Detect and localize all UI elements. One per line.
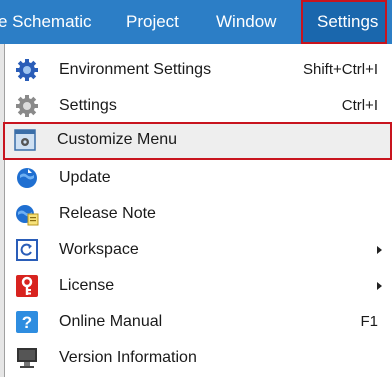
license-key-icon [15,274,39,298]
gear-gray-icon [15,94,39,118]
menu-schematic[interactable]: e Schematic [0,0,92,44]
submenu-arrow-icon [377,282,382,290]
menu-item-label: Online Manual [59,313,163,330]
menu-item-label: Settings [59,97,117,114]
submenu-arrow-icon [377,246,382,254]
menu-item-online-manual[interactable]: ? Online Manual F1 [5,304,392,340]
workspace-icon [15,238,39,262]
release-note-icon [15,202,39,226]
menu-item-workspace[interactable]: Workspace [5,232,392,268]
menu-project[interactable]: Project [126,0,179,44]
customize-menu-icon [13,128,37,152]
svg-text:?: ? [22,313,32,332]
gear-blue-icon [15,58,39,82]
menu-item-label: Update [59,169,111,186]
menu-item-label: Customize Menu [57,131,178,148]
menu-item-shortcut: Ctrl+I [341,97,378,114]
menu-item-settings[interactable]: Settings Ctrl+I [5,88,392,124]
menu-item-label: License [59,277,115,294]
menu-item-label: Version Information [59,349,197,366]
help-icon: ? [15,310,39,334]
globe-update-icon [15,166,39,190]
settings-dropdown: Environment Settings Shift+Ctrl+I Settin… [3,44,392,377]
menu-item-label: Release Note [59,205,156,222]
menu-item-label: Workspace [59,241,139,258]
menu-item-shortcut: F1 [360,313,378,330]
menu-item-shortcut: Shift+Ctrl+I [302,61,378,78]
menu-item-release-note[interactable]: Release Note [5,196,392,232]
menu-item-license[interactable]: License [5,268,392,304]
menu-item-label: Environment Settings [59,61,212,78]
menu-window[interactable]: Window [216,0,276,44]
version-monitor-icon [15,346,39,370]
menu-item-customize-menu[interactable]: Customize Menu [3,122,392,160]
menu-item-version-information[interactable]: Version Information [5,340,392,376]
menu-bar: e Schematic Project Window Settings [0,0,392,44]
menu-item-environment-settings[interactable]: Environment Settings Shift+Ctrl+I [5,52,392,88]
menu-settings[interactable]: Settings [301,0,387,44]
menu-item-update[interactable]: Update [5,160,392,196]
